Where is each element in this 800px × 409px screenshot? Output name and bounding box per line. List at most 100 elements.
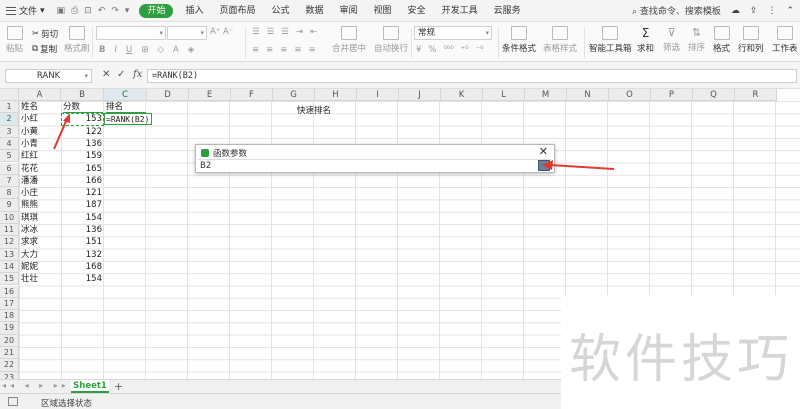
tab-page-layout[interactable]: 页面布局 <box>211 0 263 22</box>
score-cell[interactable]: 132 <box>61 249 104 261</box>
name-cell[interactable]: 大力 <box>21 249 61 261</box>
row-header-19[interactable]: 19 <box>0 322 19 335</box>
number-format-select[interactable]: 常规 <box>414 26 492 40</box>
row-header-3[interactable]: 3 <box>0 125 19 138</box>
conditional-format-button[interactable]: 条件格式 <box>502 26 536 54</box>
name-cell[interactable]: 求求 <box>21 236 61 248</box>
paste-button[interactable]: 粘贴 <box>6 26 23 54</box>
row-header-2[interactable]: 2 <box>0 113 19 126</box>
column-header-p[interactable]: P <box>651 89 693 101</box>
align-top-icon[interactable]: ☰ <box>252 27 260 37</box>
format-button[interactable]: 格式 <box>713 26 730 54</box>
sum-button[interactable]: Σ 求和 <box>637 26 654 54</box>
tab-data[interactable]: 数据 <box>298 0 332 22</box>
italic-icon[interactable]: I <box>114 45 117 55</box>
cut-button[interactable]: ✂ 剪切 <box>32 28 58 40</box>
filter-button[interactable]: ⊽ 筛选 <box>663 26 680 53</box>
formula-input[interactable]: =RANK(B2) <box>147 69 797 83</box>
cell-a1[interactable]: 姓名 <box>21 101 61 113</box>
tab-developer[interactable]: 开发工具 <box>434 0 486 22</box>
file-menu[interactable]: 文件 ▾ <box>0 4 51 17</box>
align-left-icon[interactable]: ≡ <box>252 45 259 55</box>
column-header-e[interactable]: E <box>189 89 231 101</box>
smart-toolbox-button[interactable]: 智能工具箱 <box>589 26 632 54</box>
add-sheet-icon[interactable]: + <box>114 380 123 393</box>
row-header-10[interactable]: 10 <box>0 211 19 224</box>
title-cell[interactable]: 快速排名 <box>297 105 331 117</box>
table-style-button[interactable]: 表格样式 <box>543 26 577 54</box>
column-header-a[interactable]: A <box>19 89 61 101</box>
font-color-icon[interactable]: A <box>173 45 179 55</box>
currency-icon[interactable]: ¥ <box>416 45 421 55</box>
column-header-j[interactable]: J <box>399 89 441 101</box>
format-painter-button[interactable]: 格式刷 <box>64 26 90 54</box>
cloud-sync-icon[interactable]: ☁ <box>731 6 740 16</box>
bold-icon[interactable]: B <box>99 45 105 55</box>
row-header-21[interactable]: 21 <box>0 347 19 360</box>
name-cell[interactable]: 妮妮 <box>21 261 61 273</box>
cell-c1[interactable]: 排名 <box>106 101 146 114</box>
merge-center-button[interactable]: 合并居中 <box>332 26 366 54</box>
column-header-r[interactable]: R <box>735 89 777 101</box>
row-header-20[interactable]: 20 <box>0 334 19 347</box>
score-cell[interactable]: 166 <box>61 175 104 187</box>
column-header-l[interactable]: L <box>483 89 525 101</box>
customize-icon[interactable]: ▾ <box>125 6 130 16</box>
name-cell[interactable]: 熊熊 <box>21 199 61 211</box>
confirm-icon[interactable]: ✓ <box>117 69 125 80</box>
indent-icon[interactable]: ⇥ <box>296 27 303 37</box>
column-header-n[interactable]: N <box>567 89 609 101</box>
print-icon[interactable]: ⎙ <box>71 6 78 16</box>
copy-button[interactable]: ⧉ 复制 <box>32 43 57 55</box>
row-header-9[interactable]: 9 <box>0 199 19 212</box>
sheet-tab-sheet1[interactable]: Sheet1 <box>71 380 109 393</box>
sheet-nav-arrows[interactable]: ◂◂ ◂ ▸ ▸▸ <box>2 381 70 390</box>
row-header-13[interactable]: 13 <box>0 248 19 261</box>
border-icon[interactable]: ⊞ <box>141 45 148 55</box>
cell-b1[interactable]: 分数 <box>63 101 103 114</box>
align-middle-icon[interactable]: ☰ <box>267 27 275 37</box>
worksheet-button[interactable]: 工作表 <box>772 26 798 54</box>
score-cell[interactable]: 151 <box>61 236 104 248</box>
tab-security[interactable]: 安全 <box>400 0 434 22</box>
tab-home[interactable]: 开始 <box>139 3 174 18</box>
insert-function-icon[interactable]: fx <box>133 69 142 80</box>
share-icon[interactable]: ⇪ <box>750 6 758 16</box>
tab-view[interactable]: 视图 <box>366 0 400 22</box>
tab-cloud-services[interactable]: 云服务 <box>486 0 529 22</box>
select-all-corner[interactable] <box>0 89 19 101</box>
justify-icon[interactable]: ≡ <box>294 45 301 55</box>
row-header-22[interactable]: 22 <box>0 359 19 372</box>
name-cell[interactable]: 琪琪 <box>21 212 61 224</box>
sort-button[interactable]: ⇅ 排序 <box>688 26 705 53</box>
fill-color-icon[interactable]: ◇ <box>157 45 164 55</box>
print-preview-icon[interactable]: ⊡ <box>84 6 92 16</box>
outdent-icon[interactable]: ⇤ <box>310 27 317 37</box>
clear-format-icon[interactable]: ◈ <box>188 45 195 55</box>
column-header-i[interactable]: I <box>357 89 399 101</box>
percent-icon[interactable]: % <box>428 45 436 55</box>
wrap-text-button[interactable]: 自动换行 <box>374 26 408 54</box>
row-header-11[interactable]: 11 <box>0 224 19 237</box>
command-search[interactable]: ⌕ 查找命令、搜索模板 <box>632 4 721 17</box>
row-header-18[interactable]: 18 <box>0 310 19 323</box>
name-cell[interactable]: 冰冰 <box>21 224 61 236</box>
tab-insert[interactable]: 插入 <box>177 0 211 22</box>
score-cell[interactable]: 187 <box>61 199 104 211</box>
font-grow-shrink[interactable]: A⁺ A⁻ <box>210 27 233 37</box>
undo-icon[interactable]: ↶ <box>98 6 106 16</box>
name-cell[interactable]: 潘潘 <box>21 175 61 187</box>
name-box[interactable]: RANK <box>5 69 92 83</box>
row-header-12[interactable]: 12 <box>0 236 19 249</box>
save-icon[interactable]: ▣ <box>57 6 66 16</box>
more-icon[interactable]: ⋮ <box>767 6 776 16</box>
align-bottom-icon[interactable]: ☰ <box>281 27 289 37</box>
column-header-g[interactable]: G <box>273 89 315 101</box>
score-cell[interactable]: 154 <box>61 212 104 224</box>
redo-icon[interactable]: ↷ <box>111 6 119 16</box>
cancel-icon[interactable]: ✕ <box>102 69 110 80</box>
column-header-o[interactable]: O <box>609 89 651 101</box>
row-header-7[interactable]: 7 <box>0 174 19 188</box>
column-header-h[interactable]: H <box>315 89 357 101</box>
score-cell[interactable]: 168 <box>61 261 104 273</box>
